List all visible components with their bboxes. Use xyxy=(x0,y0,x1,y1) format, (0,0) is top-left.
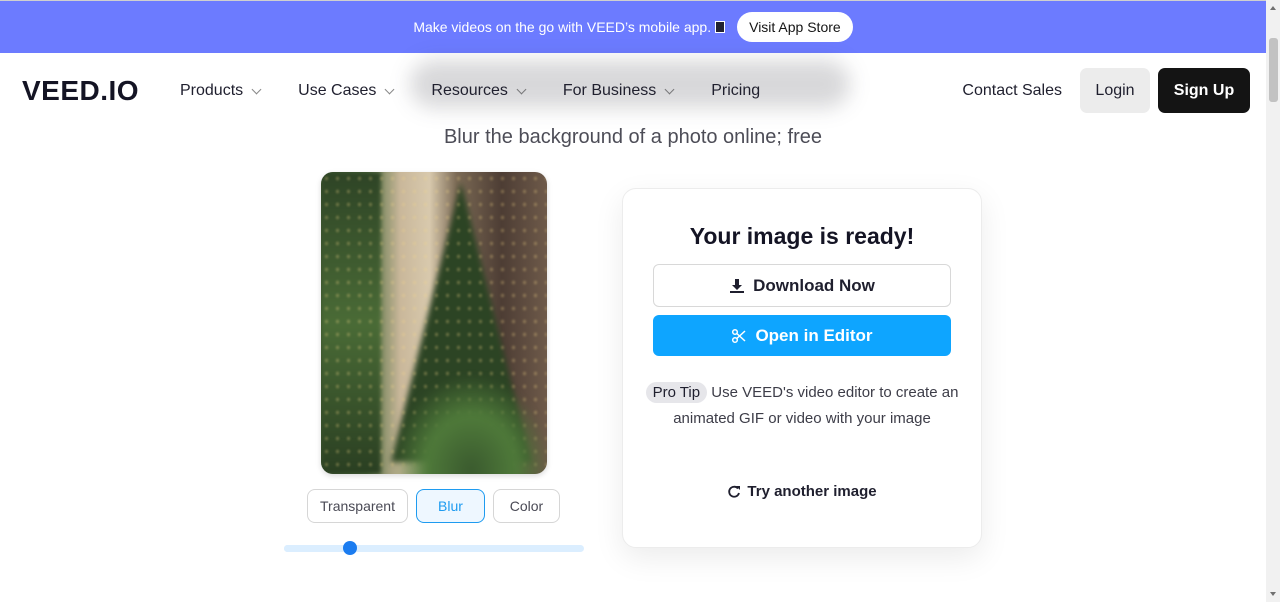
account-actions: Contact Sales Login Sign Up xyxy=(962,68,1250,113)
result-card: Your image is ready! Download Now Open i… xyxy=(622,188,982,548)
scroll-up-arrow-icon[interactable] xyxy=(1270,6,1276,10)
blurred-heading xyxy=(410,60,850,108)
contact-sales-link[interactable]: Contact Sales xyxy=(962,82,1062,100)
download-now-button[interactable]: Download Now xyxy=(653,264,951,307)
download-icon xyxy=(730,278,745,293)
app-banner: Make videos on the go with VEED’s mobile… xyxy=(0,0,1266,53)
blur-slider[interactable] xyxy=(284,541,584,555)
image-preview xyxy=(321,172,547,474)
pro-tip-badge: Pro Tip xyxy=(645,382,708,403)
veed-logo[interactable]: VEED.IO xyxy=(22,75,139,107)
try-another-image-link[interactable]: Try another image xyxy=(623,483,981,500)
scroll-down-arrow-icon[interactable] xyxy=(1270,592,1276,596)
scrollbar-thumb[interactable] xyxy=(1269,38,1278,102)
blur-slider-handle[interactable] xyxy=(343,541,357,555)
refresh-icon xyxy=(728,485,741,498)
mode-blur-button[interactable]: Blur xyxy=(416,489,485,523)
result-heading: Your image is ready! xyxy=(689,223,915,249)
scissors-icon xyxy=(732,328,746,343)
page-subtitle: Blur the background of a photo online; f… xyxy=(443,126,823,148)
chevron-down-icon xyxy=(251,84,262,94)
page-scrollbar[interactable] xyxy=(1266,0,1280,602)
foreground-plant xyxy=(391,374,547,474)
open-in-editor-button[interactable]: Open in Editor xyxy=(653,315,951,356)
pro-tip: Pro Tip Use VEED's video editor to creat… xyxy=(643,380,961,432)
banner-message: Make videos on the go with VEED’s mobile… xyxy=(413,19,726,35)
menu-products[interactable]: Products xyxy=(180,82,262,100)
phone-icon xyxy=(715,21,726,33)
chevron-down-icon xyxy=(384,84,395,94)
mode-transparent-button[interactable]: Transparent xyxy=(307,489,408,523)
visit-app-store-button[interactable]: Visit App Store xyxy=(737,12,853,42)
login-button[interactable]: Login xyxy=(1080,68,1150,113)
pro-tip-text: Use VEED's video editor to create an ani… xyxy=(673,384,959,427)
menu-use-cases[interactable]: Use Cases xyxy=(298,82,395,100)
background-mode-selector: Transparent Blur Color xyxy=(307,489,560,523)
sign-up-button[interactable]: Sign Up xyxy=(1158,68,1250,113)
mode-color-button[interactable]: Color xyxy=(493,489,560,523)
blur-slider-fill xyxy=(284,545,350,552)
